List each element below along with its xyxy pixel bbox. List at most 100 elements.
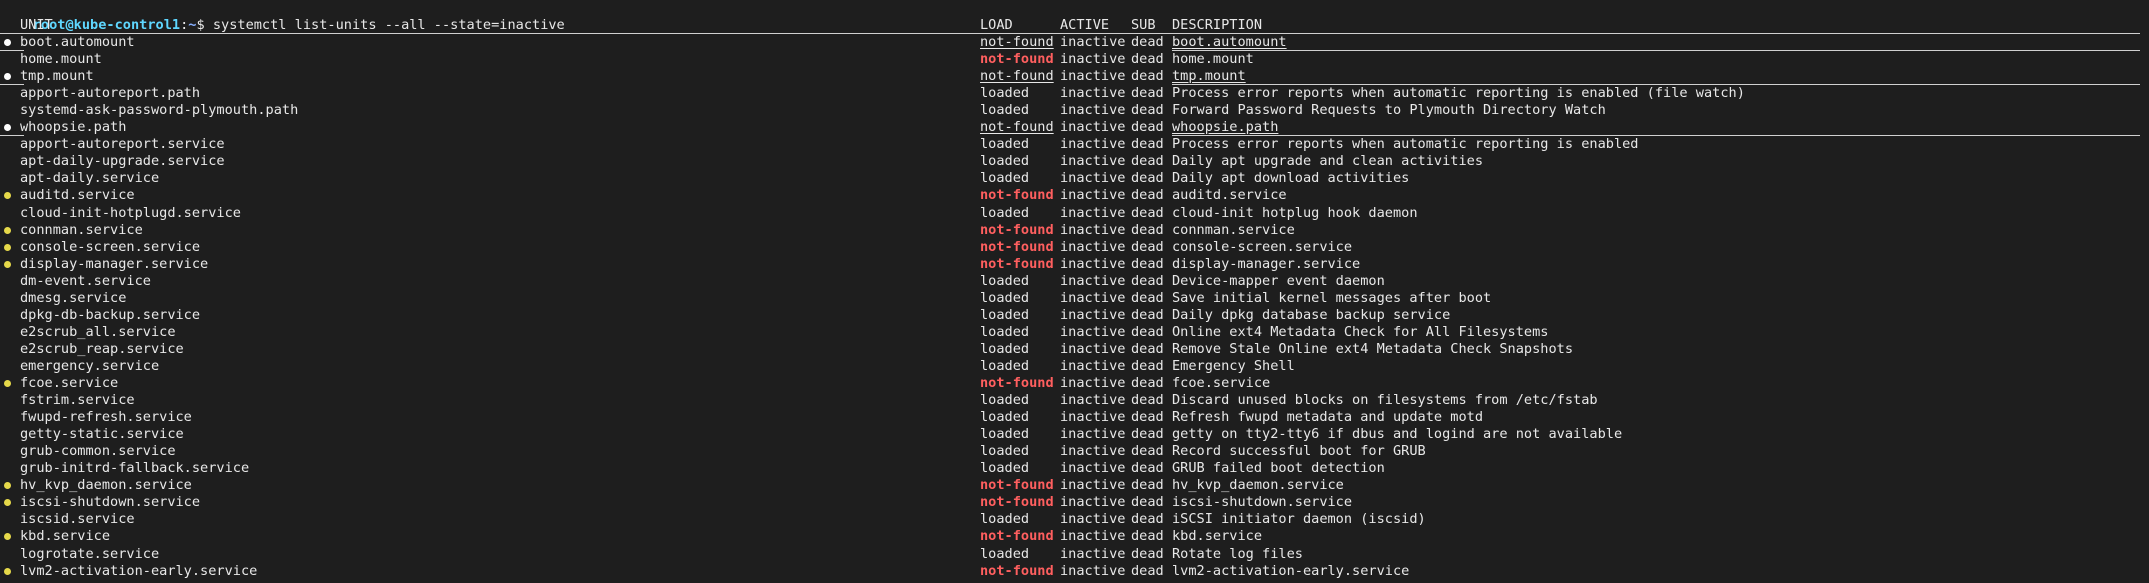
- table-row: fwupd-refresh.service loaded inactive dead R…: [0, 409, 2149, 426]
- description: fcoe.service: [1172, 375, 1271, 391]
- load-state: loaded: [980, 341, 1030, 357]
- table-row: apport-autoreport.service loaded inactive d…: [0, 136, 2149, 153]
- table-row: boot.automount not-found inactive dead boot.…: [0, 34, 2149, 51]
- active-state: inactive: [1060, 205, 1126, 221]
- unit-name: e2scrub_reap.service: [20, 341, 184, 357]
- table-row: e2scrub_reap.service loaded inactive dead Re…: [0, 341, 2149, 358]
- table-row: systemd-ask-password-plymouth.path loaded…: [0, 102, 2149, 119]
- description: Forward Password Requests to Plymouth Di…: [1172, 102, 1606, 118]
- description: tmp.mount: [1172, 68, 1246, 84]
- load-state: loaded: [980, 102, 1030, 118]
- description: connman.service: [1172, 222, 1295, 238]
- sub-state: dead: [1131, 341, 1164, 357]
- sub-state: dead: [1131, 170, 1164, 186]
- active-state: inactive: [1060, 426, 1126, 442]
- load-state: not-found: [980, 528, 1054, 544]
- unit-name: apt-daily-upgrade.service: [20, 153, 225, 169]
- active-state: inactive: [1060, 324, 1126, 340]
- description: Remove Stale Online ext4 Metadata Check …: [1172, 341, 1574, 357]
- unit-name: lvm2-activation-early.service: [20, 563, 258, 579]
- table-row: lvm2-activation-early.service not-found in…: [0, 563, 2149, 580]
- table-row: dmesg.service loaded inactive dead Save init…: [0, 290, 2149, 307]
- sub-state: dead: [1131, 375, 1164, 391]
- description: lvm2-activation-early.service: [1172, 563, 1410, 579]
- unit-name: dmesg.service: [20, 290, 127, 306]
- load-state: not-found: [980, 68, 1054, 84]
- description: Record successful boot for GRUB: [1172, 443, 1426, 459]
- unit-name: systemd-ask-password-plymouth.path: [20, 102, 299, 118]
- unit-name: getty-static.service: [20, 426, 184, 442]
- active-state: inactive: [1060, 563, 1126, 579]
- active-state: inactive: [1060, 153, 1126, 169]
- status-dot-icon: [4, 39, 11, 46]
- sub-state: dead: [1131, 494, 1164, 510]
- description: Daily apt upgrade and clean activities: [1172, 153, 1483, 169]
- sub-state: dead: [1131, 136, 1164, 152]
- unit-name: apport-autoreport.service: [20, 136, 225, 152]
- load-state: loaded: [980, 443, 1030, 459]
- status-dot-icon: [4, 380, 11, 387]
- active-state: inactive: [1060, 136, 1126, 152]
- unit-name: apt-daily.service: [20, 170, 160, 186]
- load-state: loaded: [980, 546, 1030, 562]
- description: cloud-init hotplug hook daemon: [1172, 205, 1418, 221]
- unit-name: cloud-init-hotplugd.service: [20, 205, 241, 221]
- unit-name: display-manager.service: [20, 256, 209, 272]
- active-state: inactive: [1060, 477, 1126, 493]
- active-state: inactive: [1060, 443, 1126, 459]
- sub-state: dead: [1131, 273, 1164, 289]
- sub-state: dead: [1131, 563, 1164, 579]
- load-state: not-found: [980, 375, 1054, 391]
- description: GRUB failed boot detection: [1172, 460, 1385, 476]
- description: boot.automount: [1172, 34, 1287, 50]
- sub-state: dead: [1131, 409, 1164, 425]
- load-state: loaded: [980, 358, 1030, 374]
- table-row: hv_kvp_daemon.service not-found inactive de…: [0, 477, 2149, 494]
- table-row: logrotate.service loaded inactive dead Rotat…: [0, 546, 2149, 563]
- table-row: home.mount not-found inactive dead home.moun…: [0, 51, 2149, 68]
- unit-name: boot.automount: [20, 34, 135, 50]
- table-row: display-manager.service not-found inactive…: [0, 256, 2149, 273]
- table-row: apport-autoreport.path loaded inactive dead…: [0, 85, 2149, 102]
- terminal-window[interactable]: root@kube-control1:~$ systemctl list-uni…: [0, 0, 2149, 583]
- active-state: inactive: [1060, 119, 1126, 135]
- sub-state: dead: [1131, 239, 1164, 255]
- sub-state: dead: [1131, 358, 1164, 374]
- sub-state: dead: [1131, 460, 1164, 476]
- sub-state: dead: [1131, 222, 1164, 238]
- sub-state: dead: [1131, 34, 1164, 50]
- unit-name: e2scrub_all.service: [20, 324, 176, 340]
- load-state: not-found: [980, 51, 1054, 67]
- load-state: loaded: [980, 324, 1030, 340]
- load-state: loaded: [980, 392, 1030, 408]
- unit-name: fstrim.service: [20, 392, 135, 408]
- sub-state: dead: [1131, 102, 1164, 118]
- load-state: loaded: [980, 85, 1030, 101]
- table-row: iscsi-shutdown.service not-found inactive d…: [0, 494, 2149, 511]
- sub-state: dead: [1131, 528, 1164, 544]
- load-state: loaded: [980, 460, 1030, 476]
- description: console-screen.service: [1172, 239, 1353, 255]
- table-row: tmp.mount not-found inactive dead tmp.mount: [0, 68, 2149, 85]
- load-state: not-found: [980, 239, 1054, 255]
- load-state: not-found: [980, 256, 1054, 272]
- table-row: whoopsie.path not-found inactive dead whoops…: [0, 119, 2149, 136]
- active-state: inactive: [1060, 511, 1126, 527]
- load-state: not-found: [980, 477, 1054, 493]
- sub-state: dead: [1131, 85, 1164, 101]
- unit-name: fwupd-refresh.service: [20, 409, 192, 425]
- unit-name: home.mount: [20, 51, 102, 67]
- header-description: DESCRIPTION: [1172, 17, 1263, 33]
- sub-state: dead: [1131, 324, 1164, 340]
- header-sub: SUB: [1131, 17, 1156, 33]
- description: iscsi-shutdown.service: [1172, 494, 1353, 510]
- table-row: kbd.service not-found inactive dead kbd.serv…: [0, 528, 2149, 545]
- status-dot-icon: [4, 124, 11, 131]
- unit-name: console-screen.service: [20, 239, 201, 255]
- sub-state: dead: [1131, 546, 1164, 562]
- prompt-line: root@kube-control1:~$ systemctl list-uni…: [32, 17, 565, 33]
- active-state: inactive: [1060, 358, 1126, 374]
- description: Discard unused blocks on filesystems fro…: [1172, 392, 1598, 408]
- active-state: inactive: [1060, 546, 1126, 562]
- table-row: iscsid.service loaded inactive dead iSCSI in…: [0, 511, 2149, 528]
